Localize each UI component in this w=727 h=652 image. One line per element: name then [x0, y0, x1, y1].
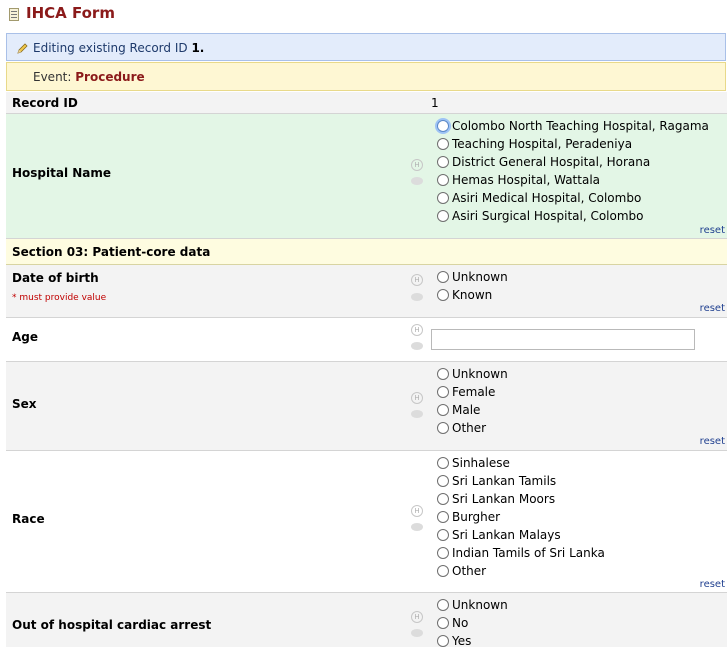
- row-record-id: Record ID 1: [6, 92, 727, 114]
- option-label: Sri Lankan Tamils: [452, 474, 557, 488]
- radio-button[interactable]: [437, 547, 449, 559]
- option-label: Unknown: [452, 270, 508, 284]
- ohca-label: Out of hospital cardiac arrest: [12, 618, 212, 632]
- reset-link[interactable]: reset: [700, 225, 725, 236]
- reset-link[interactable]: reset: [700, 436, 725, 447]
- field-help-icon[interactable]: H: [411, 324, 423, 336]
- option-label: Colombo North Teaching Hospital, Ragama: [452, 119, 709, 133]
- radio-button[interactable]: [437, 565, 449, 577]
- radio-button[interactable]: [437, 210, 449, 222]
- age-input[interactable]: [431, 329, 695, 350]
- option-label: No: [452, 616, 469, 630]
- row-date-of-birth: Date of birth * must provide value H Unk…: [6, 265, 727, 318]
- radio-button[interactable]: [437, 529, 449, 541]
- comment-icon[interactable]: [411, 342, 423, 350]
- option-label: Male: [452, 403, 481, 417]
- radio-button[interactable]: [437, 368, 449, 380]
- radio-button[interactable]: [437, 475, 449, 487]
- sex-label: Sex: [12, 397, 37, 411]
- field-help-icon[interactable]: H: [411, 611, 423, 623]
- comment-icon[interactable]: [411, 177, 423, 185]
- row-race: Race H Sinhalese Sri Lankan Tamils Sri L…: [6, 451, 727, 593]
- option-label: Hemas Hospital, Wattala: [452, 173, 601, 187]
- radio-button[interactable]: [437, 457, 449, 469]
- option-label: Other: [452, 564, 487, 578]
- pencil-icon: [17, 43, 28, 54]
- reset-link[interactable]: reset: [700, 579, 725, 590]
- option-label: Yes: [452, 634, 472, 648]
- option-label: Asiri Medical Hospital, Colombo: [452, 191, 642, 205]
- comment-icon[interactable]: [411, 523, 423, 531]
- radio-button[interactable]: [437, 156, 449, 168]
- radio-button[interactable]: [437, 635, 449, 647]
- comment-icon[interactable]: [411, 293, 423, 301]
- date-of-birth-label: Date of birth: [12, 271, 99, 285]
- radio-button[interactable]: [437, 386, 449, 398]
- radio-button[interactable]: [437, 404, 449, 416]
- form-header: IHCA Form: [0, 0, 727, 32]
- row-age: Age H: [6, 318, 727, 362]
- section-header: Section 03: Patient-core data: [6, 239, 727, 265]
- radio-button[interactable]: [437, 138, 449, 150]
- option-label: Known: [452, 288, 493, 302]
- radio-button[interactable]: [437, 120, 449, 132]
- option-label: District General Hospital, Horana: [452, 155, 651, 169]
- option-label: Burgher: [452, 510, 501, 524]
- hospital-name-label: Hospital Name: [12, 166, 112, 180]
- radio-button[interactable]: [437, 422, 449, 434]
- option-label: Asiri Surgical Hospital, Colombo: [452, 209, 644, 223]
- option-label: Sinhalese: [452, 456, 510, 470]
- radio-button[interactable]: [437, 617, 449, 629]
- event-text: Event: Procedure: [33, 70, 145, 84]
- age-label: Age: [12, 330, 39, 344]
- field-help-icon[interactable]: H: [411, 274, 423, 286]
- radio-button[interactable]: [437, 192, 449, 204]
- radio-button[interactable]: [437, 271, 449, 283]
- section-title: Section 03: Patient-core data: [12, 245, 211, 259]
- option-label: Sri Lankan Moors: [452, 492, 556, 506]
- option-label: Sri Lankan Malays: [452, 528, 561, 542]
- event-bar: Event: Procedure: [6, 62, 726, 91]
- edit-status-text: Editing existing Record ID 1.: [33, 41, 205, 55]
- field-help-icon[interactable]: H: [411, 505, 423, 517]
- option-label: Indian Tamils of Sri Lanka: [452, 546, 605, 560]
- edit-status-bar: Editing existing Record ID 1.: [6, 33, 726, 61]
- radio-button[interactable]: [437, 174, 449, 186]
- radio-button[interactable]: [437, 599, 449, 611]
- record-id-value: 1: [431, 96, 439, 110]
- row-ohca: Out of hospital cardiac arrest H Unknown…: [6, 593, 727, 648]
- option-label: Unknown: [452, 598, 508, 612]
- option-label: Female: [452, 385, 496, 399]
- form-icon: [9, 8, 19, 21]
- row-sex: Sex H Unknown Female Male Other reset: [6, 362, 727, 451]
- record-id-label: Record ID: [12, 96, 78, 110]
- radio-button[interactable]: [437, 493, 449, 505]
- radio-button[interactable]: [437, 289, 449, 301]
- event-name: Procedure: [75, 70, 145, 84]
- race-label: Race: [12, 512, 45, 526]
- field-help-icon[interactable]: H: [411, 159, 423, 171]
- option-label: Other: [452, 421, 487, 435]
- edit-record-id: 1.: [191, 41, 205, 55]
- option-label: Unknown: [452, 367, 508, 381]
- reset-link[interactable]: reset: [700, 303, 725, 314]
- option-label: Teaching Hospital, Peradeniya: [452, 137, 633, 151]
- required-note: * must provide value: [12, 293, 107, 303]
- radio-button[interactable]: [437, 511, 449, 523]
- row-hospital-name: Hospital Name H Colombo North Teaching H…: [6, 114, 727, 239]
- form-title: IHCA Form: [26, 4, 115, 22]
- comment-icon[interactable]: [411, 629, 423, 637]
- field-help-icon[interactable]: H: [411, 392, 423, 404]
- comment-icon[interactable]: [411, 410, 423, 418]
